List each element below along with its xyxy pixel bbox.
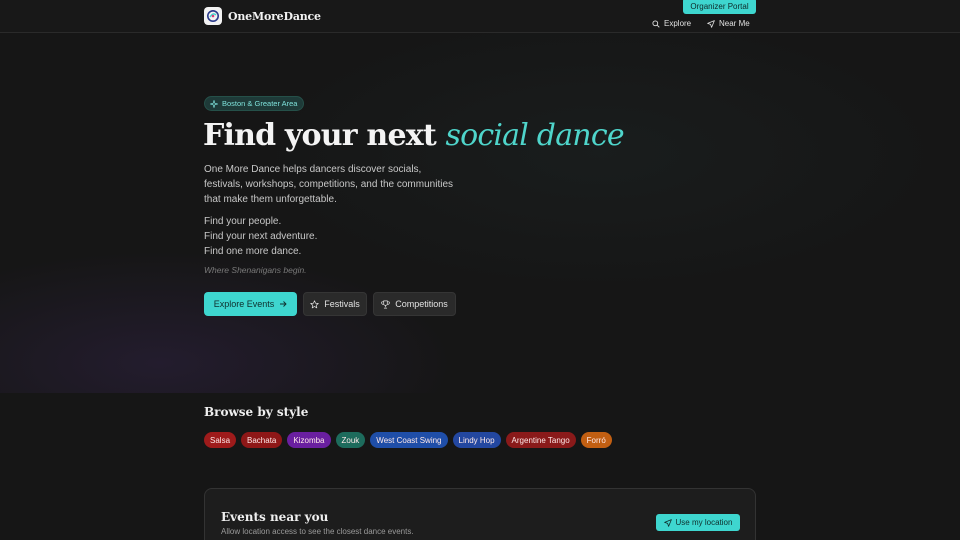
navigation-arrow-icon (707, 19, 715, 28)
tagline-dance: Find one more dance. (204, 246, 302, 257)
style-chip-kizomba[interactable]: Kizomba (287, 432, 331, 448)
location-badge: Boston & Greater Area (204, 96, 305, 111)
hero-title: Find your next social dance (203, 118, 625, 153)
nav-near-me-link[interactable]: Near Me (707, 19, 750, 28)
festivals-label: Festivals (324, 299, 360, 309)
style-chip-west-coast-swing[interactable]: West Coast Swing (370, 432, 448, 448)
hero-background (0, 33, 960, 393)
style-chip-argentine-tango[interactable]: Argentine Tango (505, 432, 576, 448)
hero-title-plain: Find your next (203, 118, 446, 153)
brand-logo[interactable]: OneMoreDance (204, 7, 321, 25)
top-header: OneMoreDance Organizer Portal Explore Ne… (0, 0, 960, 33)
logo-mark-icon (204, 7, 222, 25)
explore-events-label: Explore Events (213, 299, 275, 309)
nav-explore-label: Explore (664, 19, 692, 28)
events-near-you-card: Events near you Allow location access to… (204, 488, 756, 540)
style-chip-lindy-hop[interactable]: Lindy Hop (452, 432, 501, 448)
sparkle-icon (210, 99, 218, 108)
style-chip-list: Salsa Bachata Kizomba Zouk West Coast Sw… (204, 432, 612, 448)
use-my-location-button[interactable]: Use my location (656, 514, 740, 531)
hero-description: One More Dance helps dancers discover so… (204, 164, 453, 205)
organizer-portal-button[interactable]: Organizer Portal (683, 0, 756, 14)
explore-events-button[interactable]: Explore Events (204, 292, 297, 316)
motto: Where Shenanigans begin. (204, 265, 307, 275)
style-chip-salsa[interactable]: Salsa (204, 432, 237, 448)
style-chip-bachata[interactable]: Bachata (241, 432, 283, 448)
hero-title-accent: social dance (445, 118, 625, 153)
star-icon (310, 299, 319, 308)
style-chip-forro[interactable]: Forró (580, 432, 612, 448)
arrow-right-icon (280, 301, 287, 307)
browse-by-style-heading: Browse by style (204, 405, 309, 419)
events-near-you-heading: Events near you (221, 510, 329, 524)
style-chip-zouk[interactable]: Zouk (335, 432, 366, 448)
events-near-you-subtitle: Allow location access to see the closest… (221, 527, 414, 536)
trophy-icon (381, 300, 390, 308)
nav-explore-link[interactable]: Explore (652, 19, 691, 28)
tagline-adventure: Find your next adventure. (204, 231, 318, 242)
search-icon (652, 19, 660, 28)
brand-name: OneMoreDance (228, 9, 321, 23)
competitions-button[interactable]: Competitions (373, 292, 456, 316)
competitions-label: Competitions (395, 299, 448, 309)
navigation-arrow-icon (663, 518, 672, 527)
nav-near-me-label: Near Me (719, 19, 750, 28)
location-label: Boston & Greater Area (222, 99, 298, 108)
use-my-location-label: Use my location (675, 518, 733, 527)
tagline-people: Find your people. (204, 216, 282, 227)
festivals-button[interactable]: Festivals (303, 292, 367, 316)
